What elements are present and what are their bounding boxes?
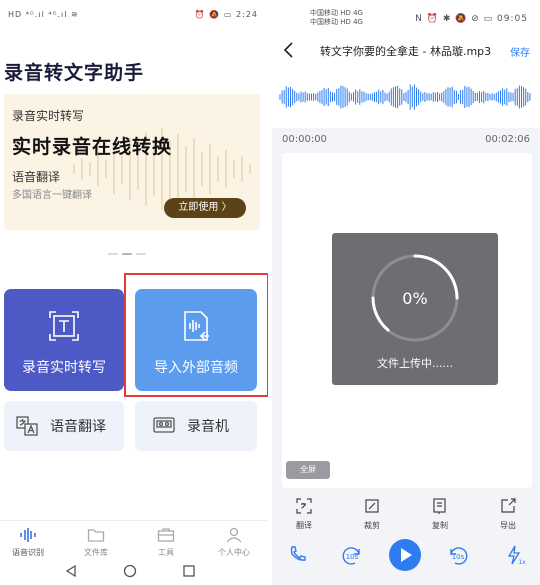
- speed-icon[interactable]: 1x: [504, 544, 526, 566]
- realtime-transcribe-card[interactable]: 录音实时转写: [4, 289, 124, 391]
- export-tool[interactable]: 导出: [488, 497, 528, 531]
- crop-icon: [365, 499, 379, 513]
- save-button[interactable]: 保存: [510, 44, 530, 59]
- app-title: 录音转文字助手: [4, 62, 145, 84]
- upload-progress-dialog: 0% 文件上传中......: [332, 233, 498, 385]
- file-title: 转文字你要的全拿走 - 林品璇.mp3: [320, 45, 492, 58]
- tool-bar: 翻译 裁剪 复制 导出: [272, 493, 540, 533]
- realtime-transcribe-label: 录音实时转写: [22, 360, 106, 376]
- progress-percent: 0%: [402, 289, 428, 308]
- tab-label: 文件库: [84, 548, 108, 557]
- translate-tool[interactable]: 翻译: [284, 497, 324, 531]
- tab-label: 语音识别: [12, 548, 44, 557]
- time-end: 00:02:06: [485, 134, 530, 145]
- voice-translate-card[interactable]: 语音翻译: [4, 401, 124, 451]
- banner-subtitle: 录音实时转写: [12, 109, 85, 123]
- bottom-tab-bar: 语音识别 文件库 工具 个人中心: [0, 520, 268, 558]
- tab-file-library[interactable]: 文件库: [68, 527, 124, 558]
- export-icon: [501, 498, 516, 513]
- translate-icon: [16, 416, 38, 436]
- crop-tool[interactable]: 裁剪: [352, 497, 392, 531]
- rewind-10s-icon[interactable]: 10s: [340, 544, 364, 568]
- text-frame-icon: [49, 311, 79, 341]
- copy-tool[interactable]: 复制: [420, 497, 460, 531]
- status-bar: 中国移动 HD 4G 中国移动 HD 4G N ⏰ ✱ 🔕 ⊘ ▭ 09:05: [272, 0, 540, 34]
- phone-audio-icon[interactable]: [288, 544, 308, 564]
- play-button[interactable]: [389, 539, 421, 571]
- forward-10s-icon[interactable]: 10s: [446, 544, 470, 568]
- player-controls: 10s 10s 1x: [272, 536, 540, 576]
- status-bar: HD ⁴ᴳ.ıl ⁴ᴳ.ıl ≋ ⏰ 🔕 ▭ 2:24: [0, 0, 268, 30]
- tool-label: 复制: [432, 521, 448, 530]
- right-screen: 中国移动 HD 4G 中国移动 HD 4G N ⏰ ✱ 🔕 ⊘ ▭ 09:05 …: [272, 0, 540, 585]
- status-right: ⏰ 🔕 ▭ 2:24: [194, 10, 258, 19]
- voice-translate-label: 语音翻译: [50, 419, 106, 435]
- tab-tools[interactable]: 工具: [138, 527, 194, 558]
- carousel-indicator: [108, 240, 150, 259]
- recorder-card[interactable]: 录音机: [135, 401, 257, 451]
- highlight-box: [124, 273, 268, 397]
- status-right: N ⏰ ✱ 🔕 ⊘ ▭ 09:05: [415, 14, 528, 24]
- banner-headline: 实时录音在线转换: [12, 136, 173, 158]
- forward-label: 10s: [452, 553, 465, 561]
- tab-speech-recognition[interactable]: 语音识别: [0, 527, 56, 558]
- recents-nav-icon[interactable]: [182, 564, 196, 578]
- system-nav-bar: [0, 558, 268, 585]
- tool-label: 裁剪: [364, 521, 380, 530]
- cassette-icon: [153, 417, 175, 433]
- waveform-icon: [20, 528, 36, 542]
- back-arrow-icon[interactable]: [282, 41, 296, 59]
- home-nav-icon[interactable]: [123, 564, 137, 578]
- tool-label: 导出: [500, 521, 516, 530]
- folder-icon: [87, 529, 105, 542]
- time-row: 00:00:00 00:02:06: [282, 134, 530, 145]
- status-left: HD ⁴ᴳ.ıl ⁴ᴳ.ıl ≋: [8, 10, 79, 19]
- upload-message: 文件上传中......: [377, 357, 453, 370]
- tab-label: 个人中心: [218, 548, 250, 557]
- rewind-label: 10s: [346, 553, 359, 561]
- banner-feature: 语音翻译: [12, 170, 61, 184]
- tab-label: 工具: [158, 548, 174, 557]
- left-screen: HD ⁴ᴳ.ıl ⁴ᴳ.ıl ≋ ⏰ 🔕 ▭ 2:24 录音转文字助手 录音实时: [0, 0, 268, 585]
- user-icon: [226, 527, 242, 543]
- carrier-2: 中国移动 HD 4G: [310, 18, 363, 26]
- time-start: 00:00:00: [282, 134, 327, 145]
- use-now-button[interactable]: 立即使用 〉: [164, 198, 246, 218]
- audio-waveform-icon: [279, 84, 531, 110]
- fullscreen-button[interactable]: 全屏: [286, 461, 330, 479]
- transcript-area[interactable]: 0% 文件上传中......: [282, 153, 532, 488]
- speed-label: 1x: [518, 559, 526, 566]
- banner-feature-desc: 多国语言一键翻译: [12, 190, 92, 201]
- waveform[interactable]: [272, 66, 540, 128]
- tab-profile[interactable]: 个人中心: [206, 527, 262, 558]
- translate-icon: [296, 498, 312, 514]
- toolbox-icon: [157, 528, 175, 542]
- promo-banner[interactable]: 录音实时转写 实时录音在线转换 语音翻译 多国语言一键翻译 立即使用 〉: [4, 94, 260, 230]
- carrier-1: 中国移动 HD 4G: [310, 9, 363, 17]
- back-nav-icon[interactable]: [64, 564, 78, 578]
- header: 转文字你要的全拿走 - 林品璇.mp3 保存: [272, 34, 540, 66]
- copy-icon: [433, 498, 446, 514]
- play-icon: [401, 548, 412, 562]
- tool-label: 翻译: [296, 521, 312, 530]
- recorder-label: 录音机: [187, 419, 229, 435]
